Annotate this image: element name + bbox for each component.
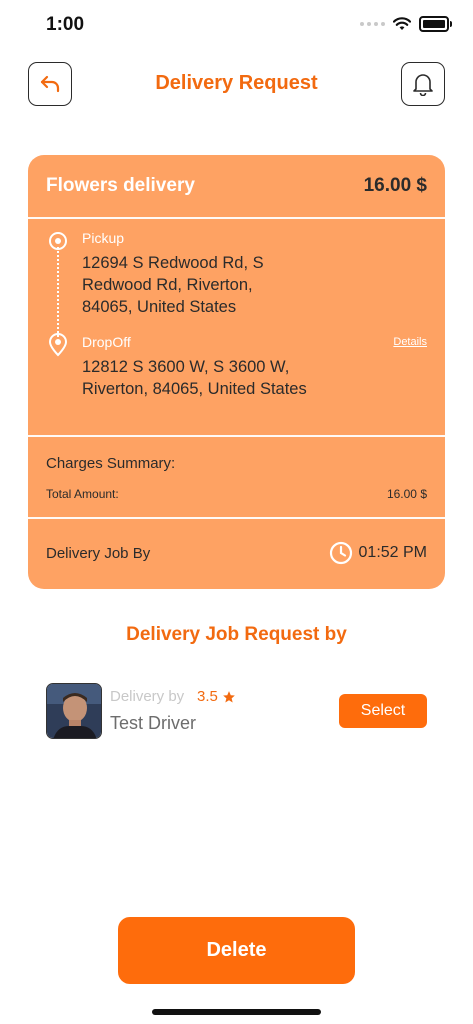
total-amount-value: 16.00 $ (386, 487, 427, 501)
pickup-pin-icon (49, 232, 67, 250)
dropoff-address: 12812 S 3600 W, S 3600 W, Riverton, 8406… (82, 358, 307, 398)
job-price: 16.00 $ (363, 175, 427, 196)
route-line (57, 247, 59, 337)
driver-rating-value: 3.5 (197, 688, 218, 705)
dropoff-label: DropOff (82, 334, 131, 350)
divider (28, 217, 445, 219)
delivery-by-label: Delivery by (110, 688, 185, 705)
delivery-card: Flowers delivery 16.00 $ Pickup 12694 S … (28, 155, 445, 589)
job-by-label: Delivery Job By (46, 545, 151, 562)
driver-name: Test Driver (110, 713, 197, 733)
bell-icon (413, 74, 433, 96)
status-time: 1:00 (46, 14, 85, 35)
job-by-time: 01:52 PM (329, 541, 427, 565)
dropoff-pin-icon (48, 333, 68, 357)
driver-avatar (46, 683, 102, 739)
delete-button[interactable]: Delete (118, 917, 355, 984)
status-icons (360, 16, 452, 32)
clock-icon (329, 541, 352, 565)
wifi-icon (393, 17, 411, 30)
charges-summary-title: Charges Summary: (46, 455, 176, 472)
select-driver-button[interactable]: Select (339, 694, 427, 728)
requests-section-title: Delivery Job Request by (126, 624, 347, 645)
divider (28, 435, 445, 437)
home-indicator (152, 1009, 321, 1015)
job-by-time-value: 01:52 PM (358, 544, 427, 561)
details-link[interactable]: Details (393, 336, 427, 348)
pickup-address: 12694 S Redwood Rd, S Redwood Rd, Rivert… (82, 254, 264, 316)
job-title: Flowers delivery (46, 175, 195, 196)
divider (28, 517, 445, 519)
notifications-button[interactable] (401, 62, 445, 106)
signal-icon (360, 22, 385, 26)
driver-rating: 3.5 (197, 688, 236, 705)
star-icon (223, 690, 235, 703)
total-amount-label: Total Amount: (46, 487, 119, 501)
battery-icon (419, 16, 452, 32)
pickup-label: Pickup (82, 230, 125, 246)
